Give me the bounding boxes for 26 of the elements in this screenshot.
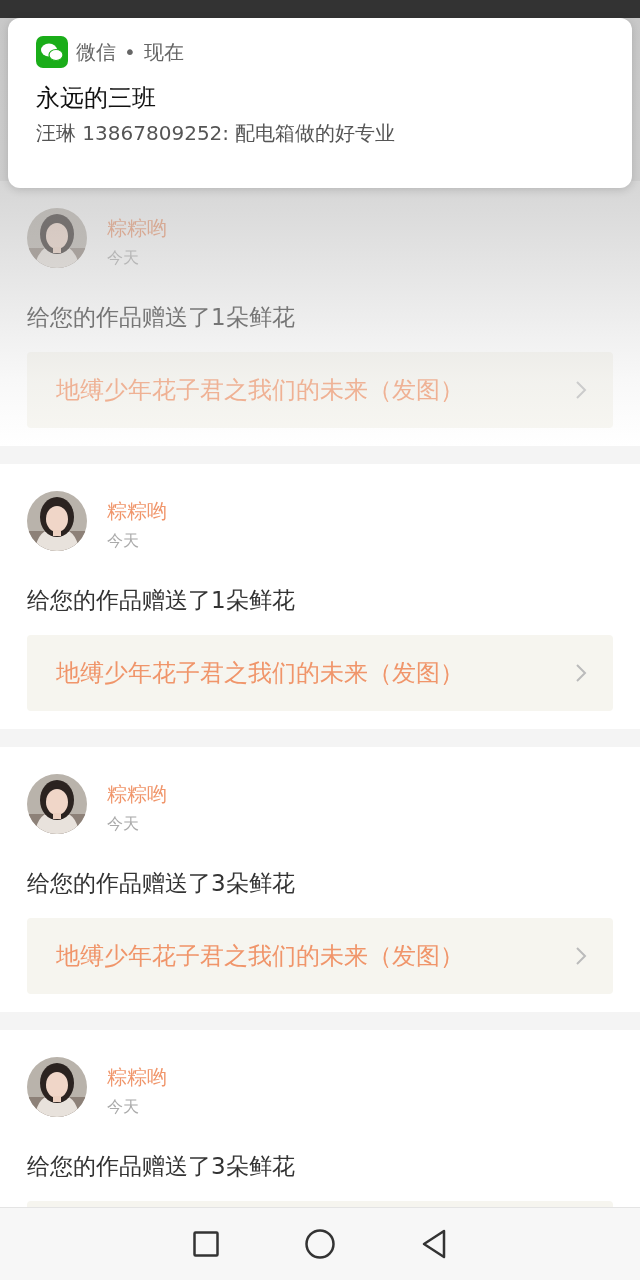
gift-message: 给您的作品赠送了1朵鲜花: [27, 586, 296, 615]
post-time: 今天: [107, 530, 140, 552]
work-link[interactable]: 地缚少年花子君之我们的未来（发图）: [27, 635, 613, 711]
post-time: 今天: [107, 813, 140, 835]
home-nav-icon[interactable]: [305, 1229, 335, 1259]
user-name[interactable]: 粽粽哟: [107, 781, 167, 807]
back-nav-icon[interactable]: [421, 1229, 447, 1259]
square-nav-icon[interactable]: [193, 1231, 219, 1257]
gift-message: 给您的作品赠送了3朵鲜花: [27, 1152, 296, 1181]
gift-message: 给您的作品赠送了3朵鲜花: [27, 869, 296, 898]
chevron-right-icon: [575, 663, 587, 683]
user-name[interactable]: 粽粽哟: [107, 1064, 167, 1090]
work-link[interactable]: 地缚少年花子君之我们的未来（发图）: [27, 918, 613, 994]
chevron-right-icon: [575, 946, 587, 966]
work-link[interactable]: 地缚少年花子君之我们的未来（发图）: [27, 352, 613, 428]
post-time: 今天: [107, 1096, 140, 1118]
app-name: 微信: [76, 38, 116, 66]
notification-title: 永远的三班: [36, 83, 157, 113]
notification-time: 现在: [143, 38, 184, 66]
gift-message: 给您的作品赠送了1朵鲜花: [27, 303, 296, 332]
notification-message: 汪琳 13867809252: 配电箱做的好专业: [36, 120, 397, 147]
chat-bubbles-icon: [36, 36, 68, 68]
user-name[interactable]: 粽粽哟: [107, 215, 167, 241]
chevron-right-icon: [575, 380, 587, 400]
separator-dot: •: [124, 40, 136, 64]
user-name[interactable]: 粽粽哟: [107, 498, 167, 524]
